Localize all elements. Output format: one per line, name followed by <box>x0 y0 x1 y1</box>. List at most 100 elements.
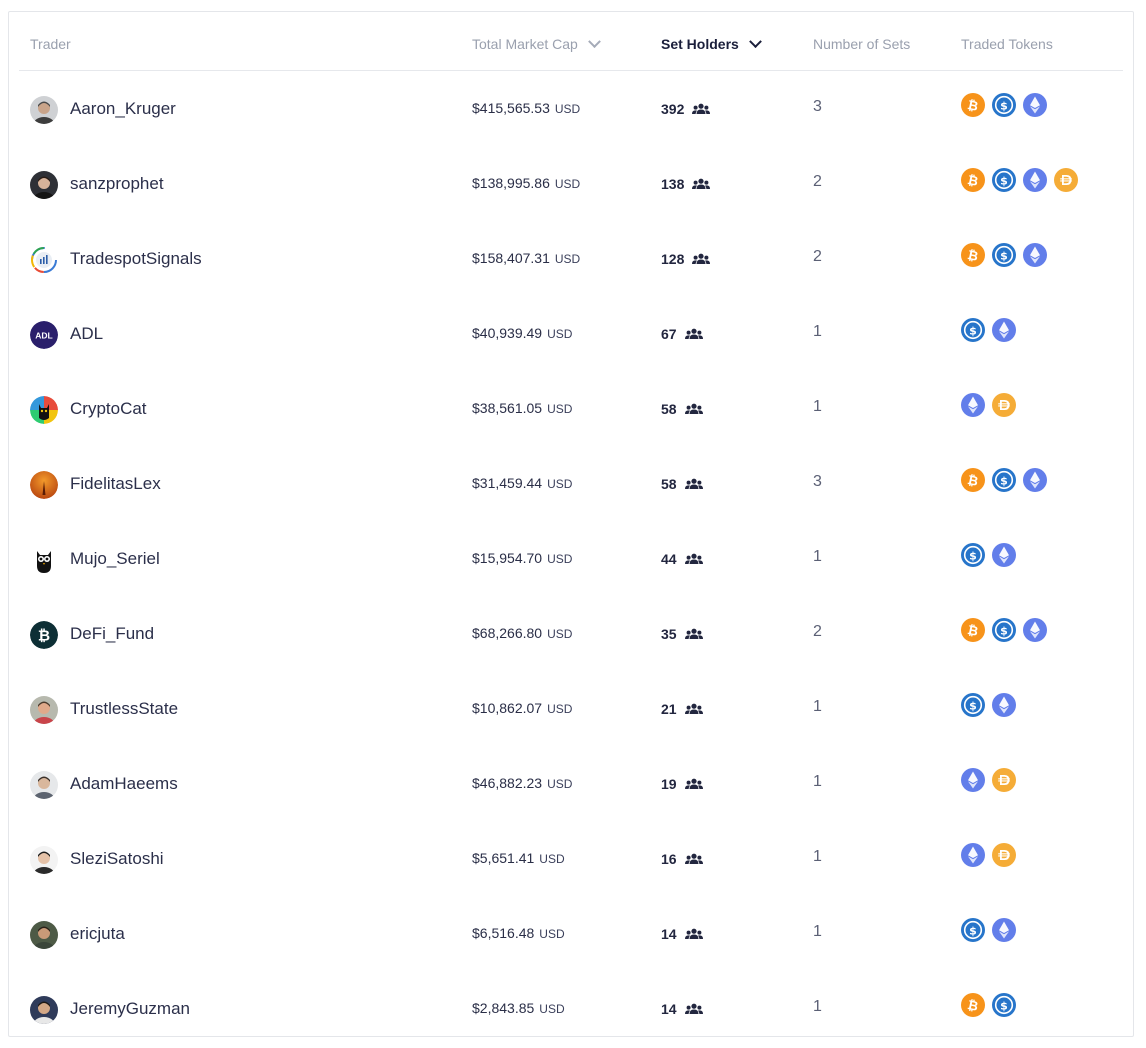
eth-token-icon <box>961 843 985 867</box>
avatar[interactable] <box>30 696 58 724</box>
avatar[interactable] <box>30 846 58 874</box>
market-cap-value: $68,266.80 <box>472 625 543 641</box>
svg-text:$: $ <box>1000 624 1008 637</box>
market-cap-value: $158,407.31 <box>472 250 550 266</box>
svg-text:$: $ <box>969 924 977 937</box>
header-set-holders-label: Set Holders <box>661 36 739 52</box>
currency-label: USD <box>539 927 565 941</box>
number-of-sets-value: 3 <box>813 98 822 115</box>
people-icon <box>684 478 703 490</box>
table-row[interactable]: sanzprophet $138,995.86 USD 138 2 ₿ $ <box>9 145 1133 220</box>
set-holders-cell: 138 <box>661 176 711 192</box>
trader-name-link[interactable]: TrustlessState <box>70 699 178 719</box>
market-cap-value: $415,565.53 <box>472 100 550 116</box>
market-cap-value: $46,882.23 <box>472 775 543 791</box>
trader-name-link[interactable]: CryptoCat <box>70 399 147 419</box>
table-row[interactable]: JeremyGuzman $2,843.85 USD 14 1 ₿ $ <box>9 970 1133 1036</box>
number-of-sets-value: 1 <box>813 548 822 565</box>
header-number-of-sets: Number of Sets <box>813 36 910 52</box>
trader-name-link[interactable]: TradespotSignals <box>70 249 202 269</box>
header-traded-tokens: Traded Tokens <box>961 36 1053 52</box>
trader-name-link[interactable]: DeFi_Fund <box>70 624 154 644</box>
traded-tokens-list: ₿ $ <box>961 993 1016 1017</box>
table-row[interactable]: Aaron_Kruger $415,565.53 USD 392 3 ₿ $ <box>9 70 1133 145</box>
market-cap-cell: $138,995.86 USD <box>472 175 580 191</box>
avatar[interactable] <box>30 246 58 274</box>
trader-name-link[interactable]: AdamHaeems <box>70 774 178 794</box>
svg-text:$: $ <box>1000 999 1008 1012</box>
usdc-token-icon: $ <box>961 693 985 717</box>
people-icon <box>692 253 711 265</box>
table-row[interactable]: AdamHaeems $46,882.23 USD 19 1 <box>9 745 1133 820</box>
trader-name-link[interactable]: ericjuta <box>70 924 125 944</box>
market-cap-cell: $40,939.49 USD <box>472 325 572 341</box>
set-holders-cell: 21 <box>661 701 703 717</box>
avatar[interactable] <box>30 396 58 424</box>
avatar[interactable] <box>30 171 58 199</box>
btc-token-icon: ₿ <box>961 618 985 642</box>
avatar[interactable] <box>30 921 58 949</box>
header-total-market-cap[interactable]: Total Market Cap <box>472 34 601 52</box>
trader-name-link[interactable]: Mujo_Seriel <box>70 549 160 569</box>
table-row[interactable]: TrustlessState $10,862.07 USD 21 1 $ <box>9 670 1133 745</box>
set-holders-value: 21 <box>661 701 677 717</box>
table-row[interactable]: ₿ DeFi_Fund $68,266.80 USD 35 2 ₿ $ <box>9 595 1133 670</box>
avatar[interactable] <box>30 96 58 124</box>
number-of-sets-value: 2 <box>813 623 822 640</box>
currency-label: USD <box>547 402 573 416</box>
set-holders-value: 14 <box>661 1001 677 1017</box>
set-holders-cell: 392 <box>661 101 711 117</box>
table-row[interactable]: TradespotSignals $158,407.31 USD 128 2 ₿ $ <box>9 220 1133 295</box>
avatar[interactable] <box>30 996 58 1024</box>
set-holders-value: 14 <box>661 926 677 942</box>
eth-token-icon <box>1023 243 1047 267</box>
avatar[interactable] <box>30 471 58 499</box>
header-set-holders[interactable]: Set Holders <box>661 34 762 52</box>
market-cap-value: $40,939.49 <box>472 325 543 341</box>
traded-tokens-list: ₿ $ <box>961 168 1078 192</box>
svg-text:$: $ <box>1000 249 1008 262</box>
set-holders-value: 19 <box>661 776 677 792</box>
table-row[interactable]: FidelitasLex $31,459.44 USD 58 3 ₿ $ <box>9 445 1133 520</box>
trader-name-link[interactable]: FidelitasLex <box>70 474 161 494</box>
table-row[interactable]: Mujo_Seriel $15,954.70 USD 44 1 $ <box>9 520 1133 595</box>
table-row[interactable]: CryptoCat $38,561.05 USD 58 1 <box>9 370 1133 445</box>
avatar[interactable]: ₿ <box>30 621 58 649</box>
number-of-sets-value: 2 <box>813 173 822 190</box>
people-icon <box>684 328 703 340</box>
trader-name-link[interactable]: Aaron_Kruger <box>70 99 176 119</box>
currency-label: USD <box>547 777 573 791</box>
dai-token-icon <box>992 843 1016 867</box>
trader-name-link[interactable]: SleziSatoshi <box>70 849 164 869</box>
chevron-down-icon <box>748 34 762 48</box>
avatar[interactable] <box>30 771 58 799</box>
avatar[interactable]: ADL <box>30 321 58 349</box>
set-holders-cell: 58 <box>661 401 703 417</box>
market-cap-cell: $6,516.48 USD <box>472 925 565 941</box>
traded-tokens-list: ₿ $ <box>961 468 1047 492</box>
table-header: Trader Total Market Cap Set Holders Numb… <box>19 12 1123 71</box>
eth-token-icon <box>1023 93 1047 117</box>
eth-token-icon <box>992 318 1016 342</box>
trader-name-link[interactable]: ADL <box>70 324 103 344</box>
market-cap-cell: $46,882.23 USD <box>472 775 572 791</box>
avatar[interactable] <box>30 546 58 574</box>
trader-name-link[interactable]: sanzprophet <box>70 174 164 194</box>
market-cap-cell: $5,651.41 USD <box>472 850 565 866</box>
set-holders-cell: 16 <box>661 851 703 867</box>
set-holders-value: 35 <box>661 626 677 642</box>
table-row[interactable]: SleziSatoshi $5,651.41 USD 16 1 <box>9 820 1133 895</box>
currency-label: USD <box>547 327 573 341</box>
table-row[interactable]: ADL ADL $40,939.49 USD 67 1 $ <box>9 295 1133 370</box>
svg-text:$: $ <box>969 699 977 712</box>
usdc-token-icon: $ <box>992 993 1016 1017</box>
traded-tokens-list: $ <box>961 543 1016 567</box>
set-holders-value: 44 <box>661 551 677 567</box>
table-row[interactable]: ericjuta $6,516.48 USD 14 1 $ <box>9 895 1133 970</box>
market-cap-value: $31,459.44 <box>472 475 543 491</box>
currency-label: USD <box>554 177 581 191</box>
set-holders-cell: 35 <box>661 626 703 642</box>
trader-name-link[interactable]: JeremyGuzman <box>70 999 190 1019</box>
usdc-token-icon: $ <box>992 168 1016 192</box>
people-icon <box>684 1003 703 1015</box>
